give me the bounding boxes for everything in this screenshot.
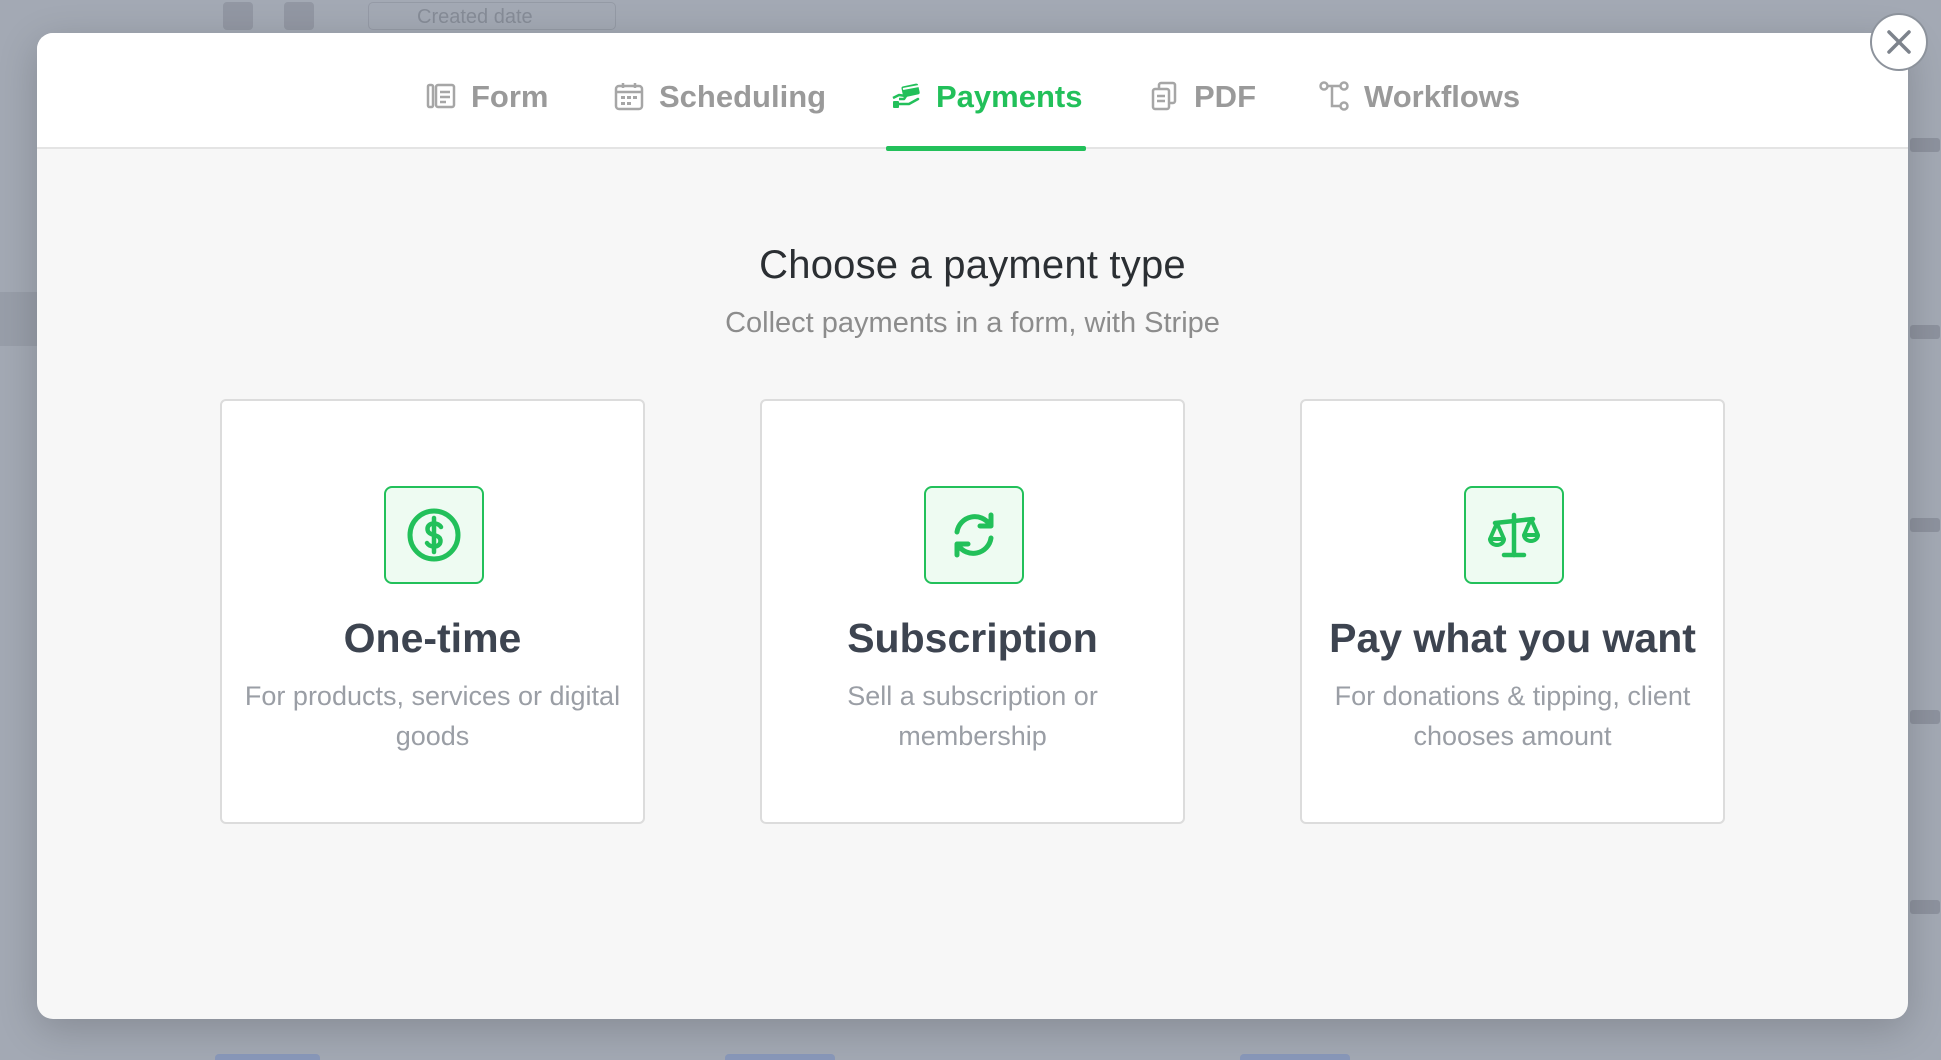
one-time-card[interactable]: One-time For products, services or digit… [220, 399, 645, 824]
background-button [1240, 1054, 1350, 1060]
background-text [1910, 518, 1940, 532]
tab-pdf-label: PDF [1194, 79, 1256, 114]
background-button [725, 1054, 835, 1060]
scales-icon [1488, 512, 1540, 558]
background-row [0, 292, 40, 346]
subscription-card[interactable]: Subscription Sell a subscription or memb… [760, 399, 1185, 824]
pay-what-you-want-icon-box [1464, 486, 1564, 584]
page-subtitle: Collect payments in a form, with Stripe [725, 307, 1220, 339]
list-view-icon [284, 2, 314, 30]
page-title: Choose a payment type [759, 243, 1186, 287]
background-text [1910, 900, 1940, 914]
tab-payments-label: Payments [936, 79, 1083, 114]
tab-pdf[interactable]: PDF [1144, 79, 1260, 149]
calendar-icon [614, 83, 644, 111]
date-filter-label: Created date [417, 6, 533, 28]
one-time-description: For products, services or digital goods [244, 681, 621, 751]
tab-workflows-label: Workflows [1364, 79, 1521, 114]
payments-icon [892, 83, 920, 108]
date-filter: Created date [368, 2, 616, 30]
tab-bar: Form Scheduling Payments PDF Workflows [37, 33, 1908, 151]
background-text [1910, 325, 1940, 339]
background-text [1910, 710, 1940, 724]
dollar-circle-icon [407, 508, 461, 562]
one-time-icon-box [384, 486, 484, 584]
pay-what-you-want-description: For donations & tipping, client chooses … [1334, 681, 1691, 751]
background-button [215, 1054, 320, 1060]
tab-form-label: Form [471, 79, 549, 114]
one-time-title: One-time [343, 615, 522, 661]
tab-workflows[interactable]: Workflows [1314, 79, 1524, 149]
tab-form[interactable]: Form [421, 79, 553, 149]
tab-scheduling-label: Scheduling [659, 79, 827, 114]
pay-what-you-want-card[interactable]: Pay what you want For donations & tippin… [1300, 399, 1725, 824]
pay-what-you-want-title: Pay what you want [1329, 615, 1696, 661]
background-text [1910, 138, 1940, 152]
refresh-icon [954, 512, 994, 558]
close-icon [1887, 30, 1911, 54]
pdf-icon [1151, 81, 1177, 111]
workflows-icon [1319, 81, 1349, 111]
tab-payments[interactable]: Payments [886, 79, 1087, 151]
tab-scheduling[interactable]: Scheduling [609, 79, 830, 149]
subscription-title: Subscription [847, 615, 1098, 661]
form-icon [426, 83, 456, 109]
background-toolbar: Created date [0, 0, 1941, 34]
grid-view-icon [223, 2, 253, 30]
close-button[interactable] [1870, 13, 1928, 71]
payment-type-modal: Form Scheduling Payments PDF Workflows C… [37, 33, 1908, 1019]
subscription-description: Sell a subscription or membership [847, 681, 1098, 751]
subscription-icon-box [924, 486, 1024, 584]
